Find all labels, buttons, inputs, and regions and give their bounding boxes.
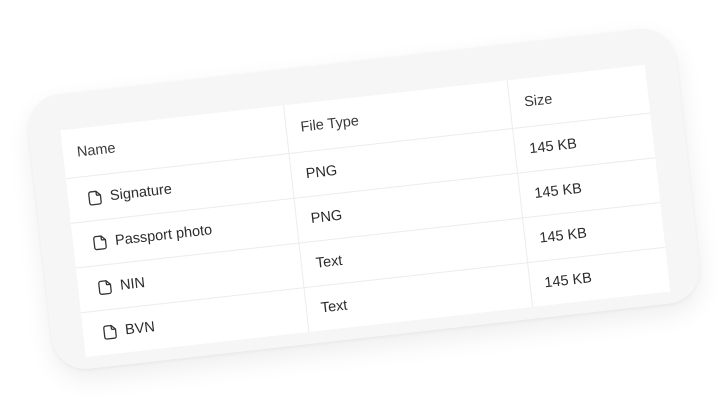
files-card: Name File Type Size Signature PNG 145 KB… [24,25,704,373]
file-name: Passport photo [114,222,213,249]
file-icon [87,189,103,206]
stage: Name File Type Size Signature PNG 145 KB… [0,0,728,404]
file-icon [97,279,113,296]
file-name: BVN [124,319,156,339]
file-name: Signature [109,181,173,205]
file-icon [102,323,118,340]
files-table: Name File Type Size Signature PNG 145 KB… [60,64,671,357]
file-icon [92,234,108,251]
file-name: NIN [119,274,146,294]
